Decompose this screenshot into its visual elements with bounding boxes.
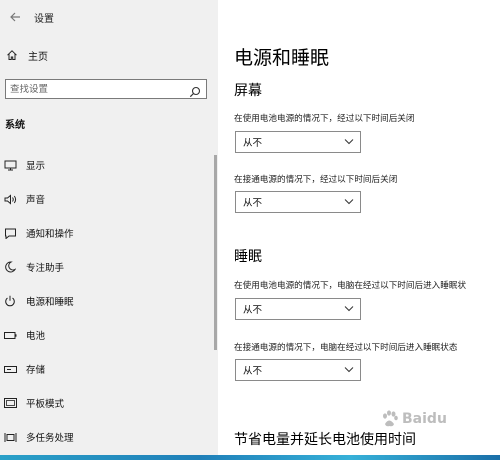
sidebar-section-title: 系统 [5, 120, 25, 131]
home-icon [5, 49, 19, 61]
sleep-plugged-label: 在接通电源的情况下，电脑在经过以下时间后进入睡眠状态 [234, 343, 458, 353]
tablet-icon [3, 398, 17, 408]
page-title: 电源和睡眠 [234, 47, 330, 69]
screen-heading: 屏幕 [234, 83, 262, 99]
back-arrow-icon [9, 12, 20, 22]
dropdown-value: 从不 [243, 366, 263, 377]
sidebar-item-label: 平板模式 [26, 399, 65, 410]
multitask-icon [3, 432, 17, 443]
sidebar-item-focus-assist[interactable]: 专注助手 [0, 250, 218, 284]
search-icon[interactable] [189, 83, 201, 102]
speaker-icon [3, 193, 17, 205]
sidebar-item-label: 电池 [26, 331, 46, 342]
sidebar-item-notifications[interactable]: 通知和操作 [0, 216, 218, 250]
chevron-down-icon [344, 306, 354, 312]
sleep-battery-dropdown[interactable]: 从不 [235, 298, 361, 320]
dropdown-value: 从不 [243, 198, 263, 209]
search-box [5, 79, 207, 99]
sidebar-scrollbar[interactable] [214, 155, 217, 350]
sidebar-item-label: 专注助手 [26, 263, 65, 274]
sidebar-item-label: 主页 [28, 51, 48, 63]
sidebar-item-label: 存储 [26, 365, 46, 376]
sidebar-item-tablet-mode[interactable]: 平板模式 [0, 386, 218, 420]
display-icon [3, 160, 17, 171]
notification-icon [3, 228, 17, 239]
screen-plugged-label: 在接通电源的情况下，经过以下时间后关闭 [234, 175, 398, 185]
sidebar-item-display[interactable]: 显示 [0, 148, 218, 182]
moon-icon [3, 261, 17, 273]
sidebar-item-storage[interactable]: 存储 [0, 352, 218, 386]
sidebar-item-label: 显示 [26, 161, 46, 172]
sleep-battery-label: 在使用电池电源的情况下，电脑在经过以下时间后进入睡眠状 [234, 281, 467, 291]
sidebar-item-label: 通知和操作 [26, 229, 74, 240]
screen-battery-label: 在使用电池电源的情况下，经过以下时间后关闭 [234, 114, 415, 124]
screen-plugged-dropdown[interactable]: 从不 [235, 191, 361, 213]
sidebar-item-home[interactable]: 主页 [0, 44, 218, 66]
dropdown-value: 从不 [243, 138, 263, 149]
dropdown-value: 从不 [243, 305, 263, 316]
battery-saving-heading: 节省电量并延长电池使用时间 [234, 432, 416, 448]
sidebar-nav: 显示 声音 通知和操作 专注助手 电源和睡眠 电池 存储 平板模式 多任务处理 [0, 148, 218, 454]
battery-icon [3, 331, 17, 340]
sidebar-item-label: 声音 [26, 195, 46, 206]
chevron-down-icon [344, 199, 354, 205]
sidebar-item-battery[interactable]: 电池 [0, 318, 218, 352]
sidebar: 设置 主页 系统 显示 [0, 0, 218, 460]
taskbar-edge [0, 455, 500, 460]
sidebar-item-sound[interactable]: 声音 [0, 182, 218, 216]
settings-window: 设置 主页 系统 显示 [0, 0, 500, 460]
chevron-down-icon [344, 139, 354, 145]
main-content: 电源和睡眠 屏幕 在使用电池电源的情况下，经过以下时间后关闭 从不 在接通电源的… [218, 0, 500, 460]
sidebar-item-label: 多任务处理 [26, 433, 74, 444]
sidebar-item-label: 电源和睡眠 [26, 297, 74, 308]
sleep-heading: 睡眠 [234, 249, 262, 265]
title-bar: 设置 [0, 6, 218, 28]
sleep-plugged-dropdown[interactable]: 从不 [235, 359, 361, 381]
sidebar-item-power-sleep[interactable]: 电源和睡眠 [0, 284, 218, 318]
search-input[interactable] [10, 83, 180, 95]
chevron-down-icon [344, 367, 354, 373]
back-button[interactable] [4, 6, 26, 28]
screen-battery-dropdown[interactable]: 从不 [235, 131, 361, 153]
sidebar-item-multitasking[interactable]: 多任务处理 [0, 420, 218, 454]
window-title: 设置 [34, 13, 54, 25]
power-icon [3, 295, 17, 307]
storage-icon [3, 365, 17, 374]
